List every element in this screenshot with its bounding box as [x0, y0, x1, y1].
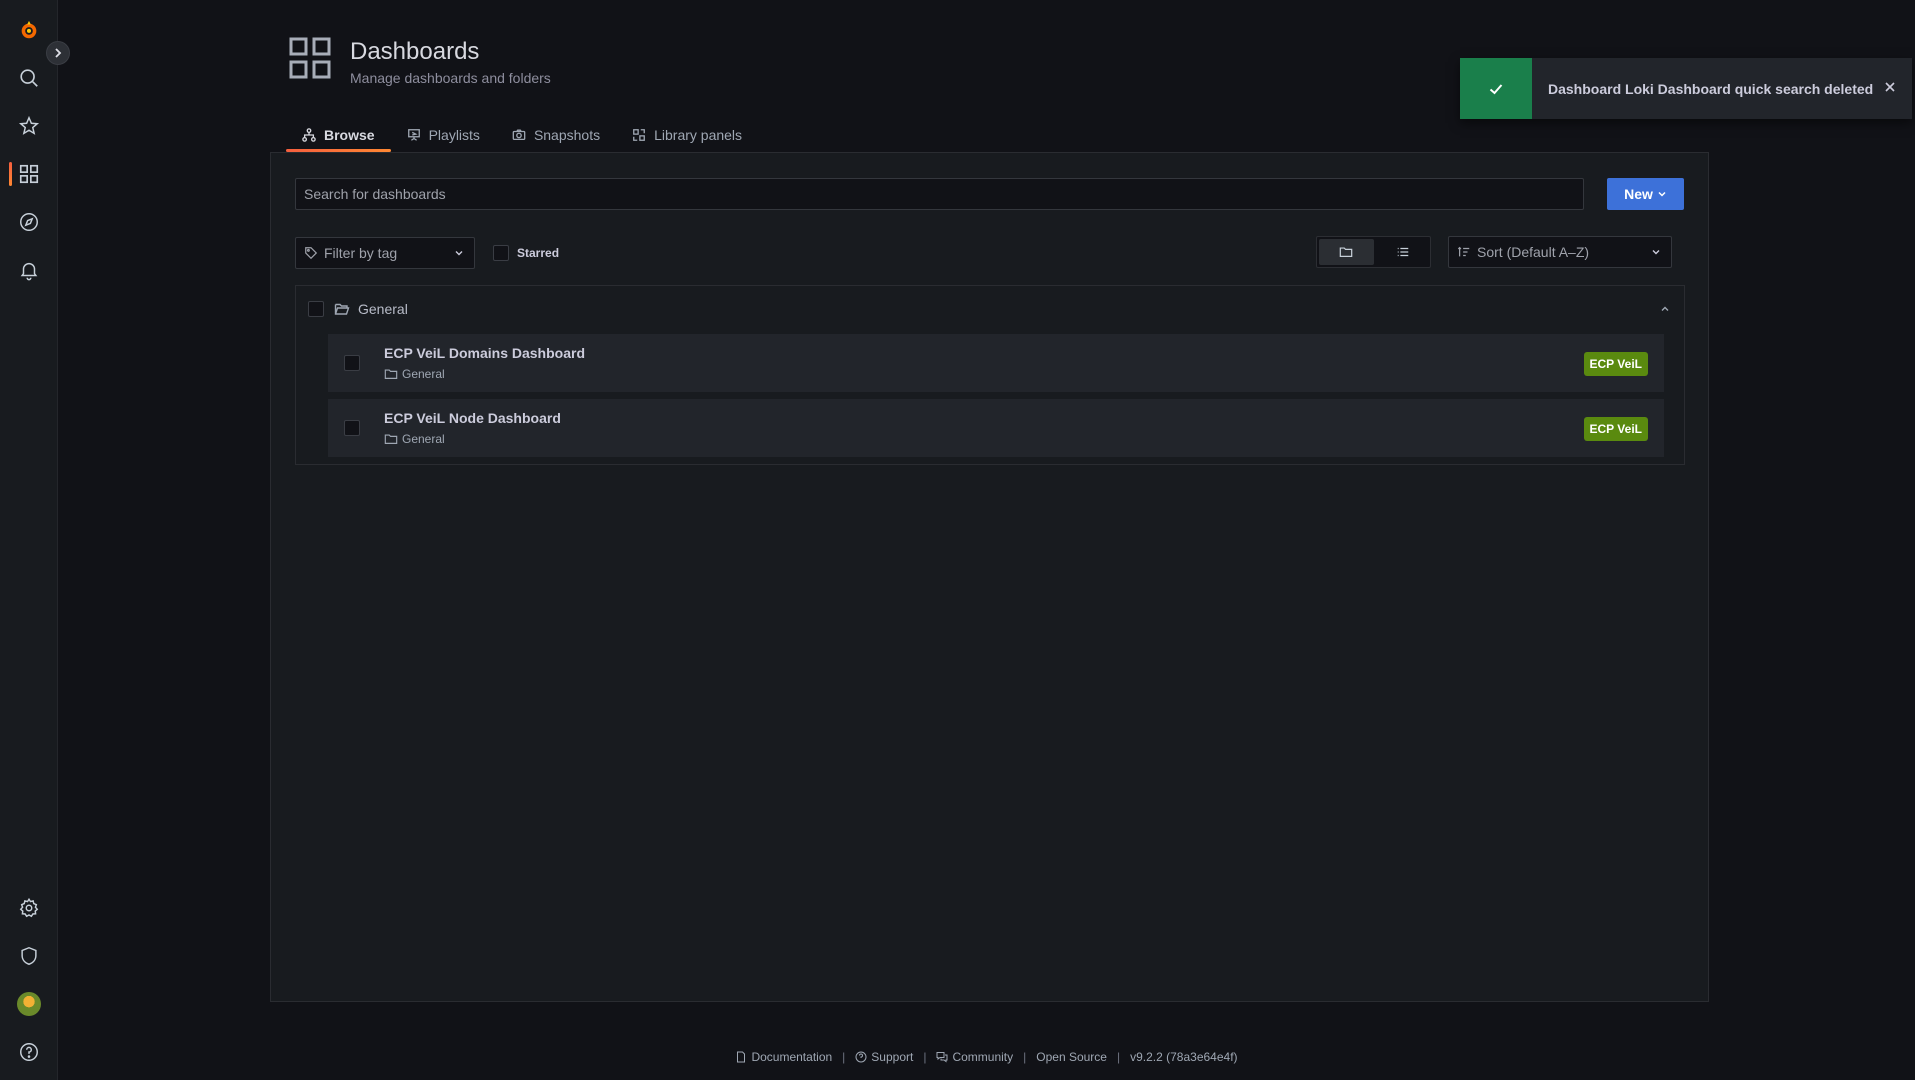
dashboard-info: ECP VeiL Node Dashboard General [384, 410, 561, 446]
gear-icon[interactable] [0, 884, 58, 932]
dashboard-title[interactable]: ECP VeiL Domains Dashboard [384, 345, 585, 361]
library-panel-icon [633, 129, 646, 141]
dashboard-info: ECP VeiL Domains Dashboard General [384, 345, 585, 381]
version-link[interactable]: v9.2.2 (78a3e64e4f) [1130, 1050, 1237, 1064]
tag-badge[interactable]: ECP VeiL [1583, 417, 1648, 441]
document-icon [737, 1051, 746, 1063]
dashboards-header-icon [289, 37, 331, 79]
footer-separator: | [842, 1050, 846, 1064]
sitemap-icon [302, 128, 316, 142]
sort-select[interactable]: Sort (Default A–Z) [1448, 236, 1672, 268]
shield-icon[interactable] [0, 932, 58, 980]
starred-label: Starred [517, 246, 560, 260]
help-circle-icon [855, 1051, 867, 1063]
folder-icon [384, 434, 398, 444]
comments-icon [936, 1052, 948, 1063]
chevron-up-icon[interactable] [1660, 304, 1670, 314]
page-subtitle: Manage dashboards and folders [350, 70, 551, 86]
star-icon[interactable] [0, 102, 58, 150]
tab-snapshots[interactable]: Snapshots [496, 118, 616, 152]
footer-separator: | [923, 1050, 927, 1064]
page-title: Dashboards [350, 38, 480, 65]
folder-header[interactable]: General [296, 286, 1684, 332]
search-input[interactable] [295, 178, 1584, 210]
tag-filter-select[interactable]: Filter by tag [295, 237, 475, 269]
tab-label: Playlists [428, 127, 480, 143]
presentation-icon [407, 129, 420, 141]
success-toast: Dashboard Loki Dashboard quick search de… [1460, 58, 1912, 119]
dashboard-title[interactable]: ECP VeiL Node Dashboard [384, 410, 561, 426]
close-icon[interactable] [1882, 79, 1898, 95]
tab-browse[interactable]: Browse [286, 118, 391, 152]
documentation-link[interactable]: Documentation [735, 1050, 832, 1064]
community-label: Community [952, 1050, 1014, 1064]
folder-view-button[interactable] [1319, 239, 1374, 265]
tab-library-panels[interactable]: Library panels [616, 118, 758, 152]
dashboard-row[interactable]: ECP VeiL Domains Dashboard General ECP V… [328, 334, 1664, 392]
search-icon[interactable] [0, 54, 58, 102]
footer-separator: | [1116, 1050, 1121, 1064]
compass-icon[interactable] [0, 198, 58, 246]
toast-message: Dashboard Loki Dashboard quick search de… [1548, 80, 1874, 97]
tab-playlists[interactable]: Playlists [391, 118, 496, 152]
folder-checkbox[interactable] [308, 301, 324, 317]
chevron-down-icon [455, 251, 463, 256]
folder-section-general: General ECP VeiL Domains Dashboard Gener… [295, 285, 1685, 465]
tab-bar: Browse Playlists Snapshots Library panel… [286, 118, 758, 152]
dashboards-icon[interactable] [0, 150, 58, 198]
tab-label: Snapshots [533, 127, 601, 143]
dashboard-folder-name: General [402, 367, 445, 381]
dashboard-folder: General [384, 432, 561, 446]
tab-label: Browse [324, 127, 375, 143]
folder-name: General [358, 301, 408, 317]
sort-value: Sort (Default A–Z) [1477, 244, 1590, 260]
dashboard-checkbox[interactable] [344, 355, 360, 371]
starred-filter[interactable]: Starred [493, 245, 559, 261]
folder-open-icon [334, 303, 350, 315]
chevron-down-icon [1652, 250, 1660, 255]
folder-icon [384, 369, 398, 379]
tag-badge[interactable]: ECP VeiL [1583, 352, 1648, 376]
view-toggle [1316, 236, 1431, 268]
bell-icon[interactable] [0, 246, 58, 294]
footer-separator: | [1023, 1050, 1027, 1064]
support-link[interactable]: Support [855, 1050, 913, 1064]
new-button[interactable]: New [1607, 178, 1684, 210]
sort-icon [1457, 246, 1470, 257]
new-button-label: New [1624, 186, 1653, 202]
footer: Documentation | Support | Community | Op… [0, 1050, 1915, 1064]
page-header: Dashboards Manage dashboards and folders [288, 36, 551, 86]
sidebar [0, 0, 70, 1080]
tab-label: Library panels [654, 127, 743, 143]
version-label: v9.2.2 (78a3e64e4f) [1130, 1050, 1238, 1064]
documentation-label: Documentation [751, 1050, 833, 1064]
dashboard-folder-name: General [402, 432, 445, 446]
main-panel: New Filter by tag Starred Sort (Default … [270, 152, 1709, 1002]
check-icon [1460, 58, 1532, 119]
chevron-down-icon [1658, 191, 1666, 197]
list-icon [1397, 247, 1408, 257]
camera-icon [512, 129, 526, 141]
folder-icon [1339, 247, 1353, 257]
support-label: Support [871, 1050, 914, 1064]
list-view-button[interactable] [1376, 237, 1431, 267]
dashboard-folder: General [384, 367, 585, 381]
starred-checkbox[interactable] [493, 245, 509, 261]
avatar-icon [17, 992, 41, 1016]
open-source-link[interactable]: Open Source [1036, 1050, 1107, 1064]
dashboard-checkbox[interactable] [344, 420, 360, 436]
tag-icon [305, 247, 318, 260]
user-avatar[interactable] [0, 980, 58, 1028]
app-root: Dashboards Manage dashboards and folders… [0, 0, 1915, 1080]
dashboard-row[interactable]: ECP VeiL Node Dashboard General ECP VeiL [328, 399, 1664, 457]
community-link[interactable]: Community [936, 1050, 1013, 1064]
tag-filter-placeholder: Filter by tag [324, 245, 398, 261]
open-source-label: Open Source [1036, 1050, 1107, 1064]
